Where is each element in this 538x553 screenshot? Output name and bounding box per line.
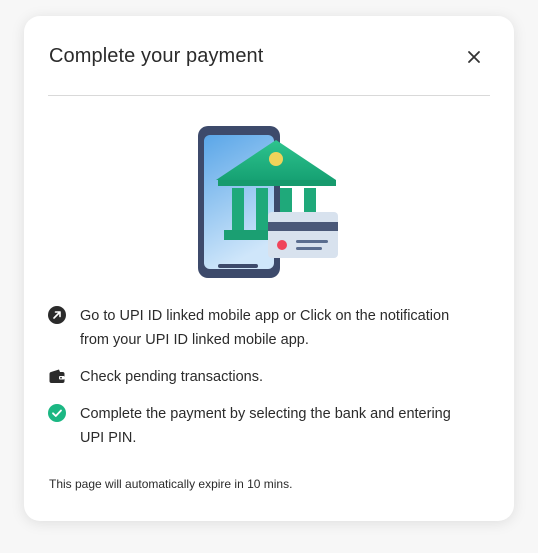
step-complete-payment: Complete the payment by selecting the ba… — [48, 402, 478, 450]
close-icon — [468, 51, 480, 63]
expiry-note: This page will automatically expire in 1… — [49, 477, 293, 491]
step-check-pending: Check pending transactions. — [48, 365, 478, 389]
payment-modal: Complete your payment Go to UPI ID linke… — [24, 16, 514, 521]
divider — [48, 95, 490, 96]
wallet-icon — [48, 367, 66, 385]
check-circle-icon — [48, 404, 66, 422]
step-open-app: Go to UPI ID linked mobile app or Click … — [48, 304, 478, 352]
arrow-up-right-circle-icon — [48, 306, 66, 324]
close-button[interactable] — [461, 44, 487, 70]
step-text: Check pending transactions. — [80, 369, 263, 385]
step-text: Complete the payment by selecting the ba… — [80, 406, 451, 446]
upi-bank-illustration — [198, 126, 338, 278]
instruction-steps: Go to UPI ID linked mobile app or Click … — [48, 304, 478, 463]
step-text: Go to UPI ID linked mobile app or Click … — [80, 308, 450, 348]
modal-title: Complete your payment — [49, 45, 264, 67]
